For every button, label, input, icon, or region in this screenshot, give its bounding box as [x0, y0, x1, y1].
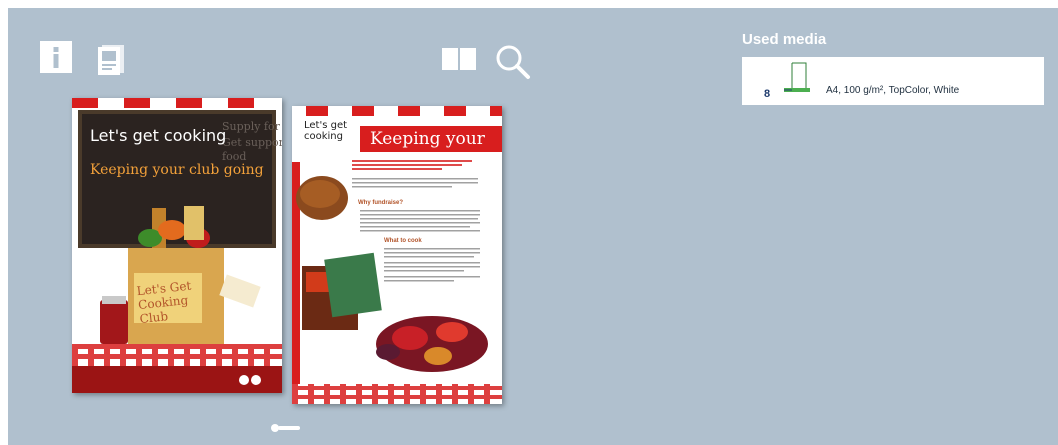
left-page-headline: Keeping your club going	[90, 162, 264, 178]
used-media-title: Used media	[742, 31, 827, 48]
page-slider-handle[interactable]	[270, 423, 302, 433]
svg-text:Supply for goods: Supply for goods	[222, 120, 282, 133]
document-icon[interactable]	[94, 43, 128, 77]
right-page-subheading-1: Why fundraise?	[358, 200, 404, 206]
right-page-heading-bar: Keeping your	[360, 126, 502, 152]
left-page-bag-text: Let's Get Cooking Club	[136, 278, 192, 327]
right-page-heading: Keeping your	[370, 129, 485, 149]
book-view-icon[interactable]	[440, 46, 478, 72]
left-page-brand: Let's get cooking	[90, 126, 227, 145]
used-media-box[interactable]: 8 A4, 100 g/m², TopColor, White	[742, 57, 1044, 105]
left-page-thumbnail[interactable]: Supply for goods Get support food	[72, 98, 282, 393]
right-page-brand: Let's get cooking	[304, 120, 348, 142]
info-icon[interactable]	[39, 40, 73, 74]
right-page-thumbnail[interactable]: Let's get cooking Keeping your Why fundr…	[292, 106, 502, 404]
media-description: A4, 100 g/m², TopColor, White	[826, 85, 960, 96]
viewer-panel: Used media 8 A4, 100 g/m², TopColor, Whi…	[8, 8, 1058, 445]
paper-sheet-icon	[784, 62, 810, 92]
right-page-subheading-2: What to cook	[384, 238, 422, 244]
media-count: 8	[764, 88, 771, 100]
svg-text:Get support: Get support	[222, 136, 282, 149]
zoom-icon[interactable]	[494, 43, 532, 81]
